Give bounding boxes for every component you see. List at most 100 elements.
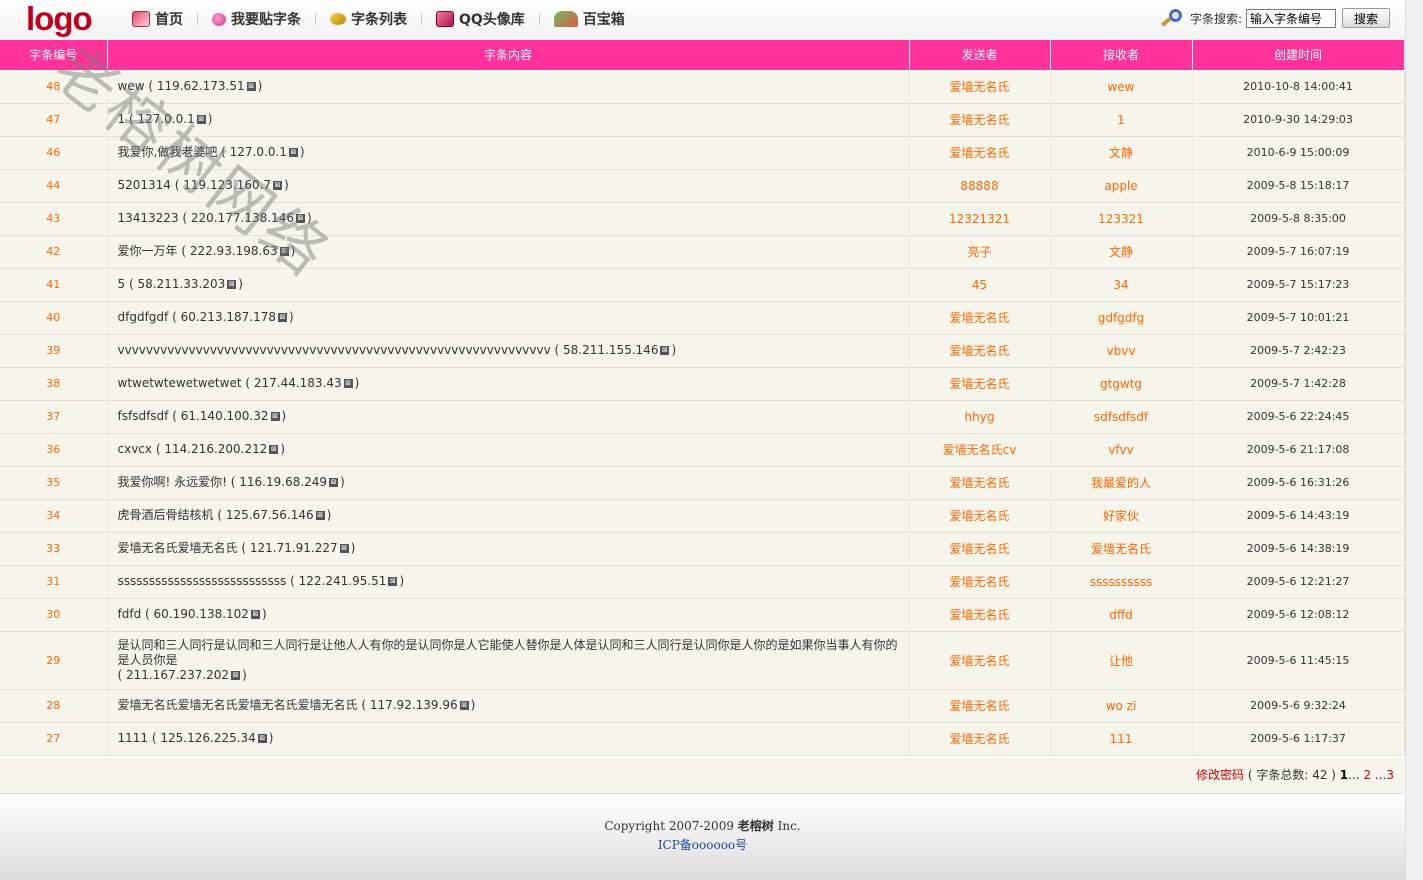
note-content: 爱墙无名氏爱墙无名氏 bbox=[117, 541, 238, 555]
nav-post-note[interactable]: 我要贴字条 bbox=[208, 9, 305, 29]
delete-icon[interactable]: ⊠ bbox=[660, 346, 670, 355]
delete-icon[interactable]: ⊠ bbox=[315, 511, 325, 520]
note-receiver: ssssssssss bbox=[1050, 564, 1193, 599]
note-receiver: dffd bbox=[1050, 597, 1193, 632]
delete-icon[interactable]: ⊠ bbox=[231, 670, 241, 680]
table-row: 36 cxvcx ( 114.216.200.212 ⊠) 爱墙无名氏cv vfvv 20… bbox=[0, 432, 1405, 467]
total-count: ( 字条总数: 42 ) bbox=[1247, 768, 1336, 782]
note-content: 我爱你,做我老婆吧 bbox=[117, 145, 218, 159]
nav-note-list[interactable]: 字条列表 bbox=[326, 9, 411, 29]
note-ip-close: ) bbox=[340, 475, 345, 489]
note-content: vvvvvvvvvvvvvvvvvvvvvvvvvvvvvvvvvvvvvvvv… bbox=[117, 343, 551, 357]
notes-table: 字条编号 字条内容 发送者 接收者 创建时间 48 wew ( 119.62.17… bbox=[0, 40, 1405, 756]
nav-qq-avatars-label: QQ头像库 bbox=[459, 12, 525, 28]
note-id: 30 bbox=[0, 597, 108, 632]
note-content-cell: wtwetwtewetwetwet ( 217.44.183.43 ⊠) bbox=[107, 366, 910, 401]
note-content-cell: wew ( 119.62.173.51 ⊠) bbox=[107, 69, 910, 104]
page-current: 1 bbox=[1339, 768, 1349, 782]
delete-icon[interactable]: ⊠ bbox=[288, 148, 298, 157]
note-content-cell: 爱墙无名氏爱墙无名氏爱墙无名氏爱墙无名氏 ( 117.92.139.96 ⊠) bbox=[107, 688, 910, 723]
note-id: 39 bbox=[0, 333, 108, 368]
note-sender: 爱墙无名氏cv bbox=[909, 432, 1051, 467]
delete-icon[interactable]: ⊠ bbox=[270, 412, 280, 421]
page-footer: Copyright 2007-2009 老榕树 Inc. ICP备oooooo号 bbox=[0, 795, 1405, 880]
nav-qq-avatars[interactable]: QQ头像库 bbox=[432, 9, 529, 29]
note-content: dfgdfgdf bbox=[117, 310, 169, 324]
note-ip: ( 127.0.0.1 bbox=[128, 112, 195, 126]
note-content: fdfd bbox=[117, 607, 142, 621]
search-button[interactable]: 搜索 bbox=[1342, 8, 1391, 28]
note-sender: 爱墙无名氏 bbox=[909, 597, 1051, 632]
copyright: Copyright 2007-2009 老榕树 Inc. bbox=[0, 817, 1405, 834]
icp-link[interactable]: ICP备oooooo号 bbox=[0, 836, 1405, 853]
note-ip: ( 121.71.91.227 bbox=[241, 541, 338, 555]
site-logo[interactable]: logo bbox=[26, 0, 93, 38]
delete-icon[interactable]: ⊠ bbox=[227, 280, 237, 289]
note-id: 42 bbox=[0, 234, 108, 269]
vertical-scrollbar[interactable] bbox=[1405, 0, 1423, 880]
delete-icon[interactable]: ⊠ bbox=[339, 544, 349, 553]
column-header-sender: 发送者 bbox=[909, 40, 1051, 70]
delete-icon[interactable]: ⊠ bbox=[196, 115, 206, 124]
nav-separator bbox=[315, 13, 316, 25]
delete-icon[interactable]: ⊠ bbox=[246, 82, 256, 91]
delete-icon[interactable]: ⊠ bbox=[278, 313, 288, 322]
table-row: 38 wtwetwtewetwetwet ( 217.44.183.43 ⊠) 爱墙无… bbox=[0, 366, 1405, 401]
note-ip: ( 61.140.100.32 bbox=[172, 409, 269, 423]
table-row: 43 13413223 ( 220.177.138.146 ⊠) 12321321 12… bbox=[0, 201, 1405, 236]
nav-treasure-box[interactable]: 百宝箱 bbox=[550, 9, 629, 29]
note-ip: ( 60.213.187.178 bbox=[172, 310, 277, 324]
page-2-link[interactable]: 2 bbox=[1363, 768, 1371, 782]
note-content-cell: fdfd ( 60.190.138.102 ⊠) bbox=[107, 597, 910, 632]
notes-table-body: 48 wew ( 119.62.173.51 ⊠) 爱墙无名氏 wew 2010-10-8… bbox=[0, 69, 1405, 756]
table-row: 46 我爱你,做我老婆吧 ( 127.0.0.1 ⊠) 爱墙无名氏 文静 2010-6-9… bbox=[0, 135, 1405, 170]
note-receiver: 123321 bbox=[1050, 201, 1193, 236]
note-content: cxvcx bbox=[117, 442, 153, 456]
note-content-cell: 虎骨酒后骨结核机 ( 125.67.56.146 ⊠) bbox=[107, 498, 910, 533]
delete-icon[interactable]: ⊠ bbox=[257, 734, 267, 743]
delete-icon[interactable]: ⊠ bbox=[250, 610, 260, 619]
delete-icon[interactable]: ⊠ bbox=[459, 701, 469, 710]
note-created-time: 2010-6-9 15:00:09 bbox=[1192, 135, 1405, 170]
note-id: 48 bbox=[0, 69, 108, 104]
note-id: 44 bbox=[0, 168, 108, 203]
nav-treasure-box-label: 百宝箱 bbox=[582, 12, 625, 28]
note-sender: 爱墙无名氏 bbox=[909, 531, 1051, 566]
column-header-receiver: 接收者 bbox=[1050, 40, 1193, 70]
note-ip: ( 222.93.198.63 bbox=[181, 244, 278, 258]
note-content: 5201314 bbox=[117, 178, 171, 192]
note-created-time: 2009-5-8 15:18:17 bbox=[1192, 168, 1405, 203]
page-3-link[interactable]: 3 bbox=[1386, 768, 1394, 782]
nav-home-label: 首页 bbox=[155, 12, 183, 28]
note-content-cell: 1 ( 127.0.0.1 ⊠) bbox=[107, 102, 910, 137]
note-created-time: 2009-5-7 10:01:21 bbox=[1192, 300, 1405, 335]
note-receiver: gtgwtg bbox=[1050, 366, 1193, 401]
note-ip: ( 114.216.200.212 bbox=[155, 442, 268, 456]
note-content-cell: 我爱你啊! 永远爱你! ( 116.19.68.249 ⊠) bbox=[107, 465, 910, 500]
note-content: 是认同和三人同行是认同和三人同行是让他人人有你的是认同你是人它能使人替你是人体是… bbox=[117, 637, 898, 667]
note-created-time: 2009-5-6 14:43:19 bbox=[1192, 498, 1405, 533]
note-ip: ( 58.211.33.203 bbox=[128, 277, 226, 291]
note-content: 13413223 bbox=[117, 211, 179, 225]
delete-icon[interactable]: ⊠ bbox=[279, 247, 289, 256]
column-header-id: 字条编号 bbox=[0, 40, 108, 70]
change-password-link[interactable]: 修改密码 bbox=[1196, 768, 1244, 782]
search-input[interactable] bbox=[1246, 8, 1337, 28]
note-receiver: 文静 bbox=[1050, 234, 1193, 269]
nav-separator bbox=[197, 13, 198, 25]
note-content-cell: 爱你一万年 ( 222.93.198.63 ⊠) bbox=[107, 234, 910, 269]
nav-home[interactable]: 首页 bbox=[128, 9, 187, 29]
note-id: 35 bbox=[0, 465, 108, 500]
note-content: sssssssssssssssssssssssssss bbox=[117, 574, 287, 588]
copyright-prefix: Copyright 2007-2009 bbox=[604, 819, 734, 833]
delete-icon[interactable]: ⊠ bbox=[388, 577, 398, 586]
delete-icon[interactable]: ⊠ bbox=[273, 181, 283, 190]
delete-icon[interactable]: ⊠ bbox=[295, 214, 305, 223]
delete-icon[interactable]: ⊠ bbox=[329, 478, 339, 487]
note-sender: hhyg bbox=[909, 399, 1051, 434]
page-ellipsis: ... bbox=[1348, 768, 1360, 782]
note-ip: ( 125.67.56.146 bbox=[217, 508, 314, 522]
delete-icon[interactable]: ⊠ bbox=[269, 445, 279, 454]
delete-icon[interactable]: ⊠ bbox=[343, 379, 353, 388]
note-created-time: 2010-9-30 14:29:03 bbox=[1192, 102, 1405, 137]
